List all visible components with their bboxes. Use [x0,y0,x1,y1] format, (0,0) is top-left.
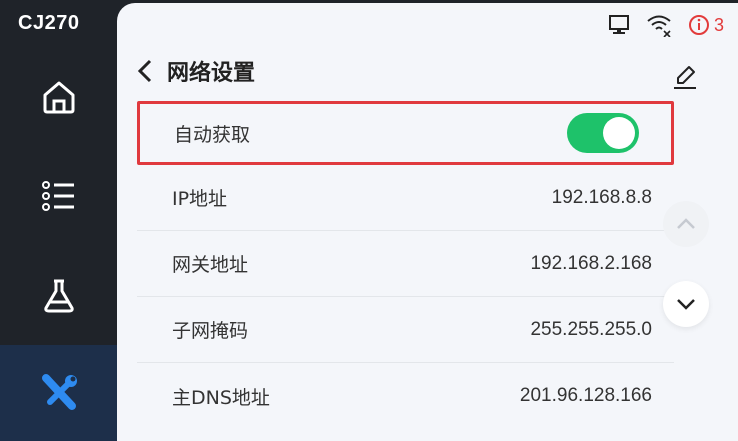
device-name: CJ270 [18,12,80,34]
wifi-disconnected-icon [647,15,671,37]
back-icon[interactable] [137,58,153,84]
home-icon [43,81,75,114]
status-bar: 3 [608,13,724,37]
ip-address-row: IP地址 192.168.8.8 [137,165,674,231]
edit-button[interactable] [672,63,698,95]
alert-icon [688,15,709,35]
alert-indicator[interactable]: 3 [688,14,724,36]
row-label: 子网掩码 [172,320,249,342]
alert-count: 3 [713,14,724,35]
row-label: IP地址 [172,188,228,210]
auto-obtain-row: 自动获取 [137,101,674,165]
chevron-down-icon [677,299,695,310]
row-label: 网关地址 [172,254,249,276]
sidebar: CJ270 [0,0,118,441]
chevron-up-icon [677,218,695,229]
page-title: 网络设置 [167,61,256,86]
subnet-mask-value: 255.255.255.0 [530,318,652,340]
auto-obtain-toggle[interactable] [567,113,639,153]
gateway-row: 网关地址 192.168.2.168 [137,231,674,297]
primary-dns-row: 主DNS地址 201.96.128.166 [137,363,674,429]
primary-dns-value: 201.96.128.166 [519,385,652,406]
monitor-icon [608,15,629,34]
sidebar-item-home[interactable] [0,49,118,145]
ip-address-value: 192.168.8.8 [551,186,652,208]
flask-icon [44,279,74,313]
page-header: 网络设置 [137,55,255,87]
subnet-mask-row: 子网掩码 255.255.255.0 [137,297,674,363]
scroll-up-button[interactable] [663,201,709,247]
sidebar-item-list[interactable] [0,148,118,244]
list-icon [42,181,74,211]
tools-icon [42,374,77,410]
gateway-value: 192.168.2.168 [530,252,652,274]
sidebar-item-experiment[interactable] [0,248,118,344]
edit-icon [674,66,696,89]
row-label: 主DNS地址 [172,386,270,409]
scroll-down-button[interactable] [663,281,709,327]
settings-list: 自动获取 IP地址 192.168.8.8 网关地址 192.168.2.168… [137,101,674,429]
toggle-knob [603,117,635,149]
row-label: 自动获取 [174,123,251,146]
main-panel: 3 网络设置 自动获取 IP地址 192.168.8.8 网关地址 192.16… [117,3,738,441]
sidebar-item-settings[interactable] [0,345,118,441]
